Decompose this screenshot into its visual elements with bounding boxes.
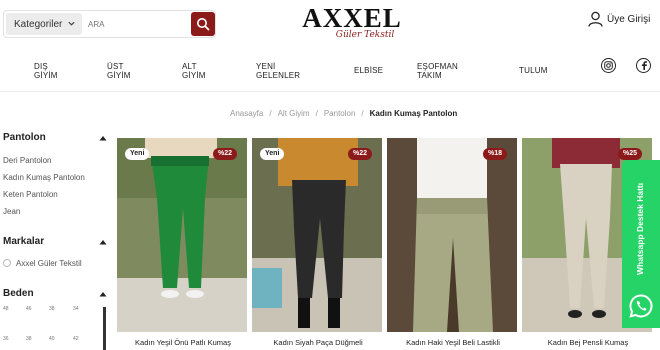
filter-title-beden[interactable]: Beden (3, 288, 34, 299)
nav-item-yeni-gelenler[interactable]: YENİ GELENLER (256, 62, 302, 80)
whatsapp-support-tab[interactable]: Whatsapp Destek Hattı (622, 160, 660, 284)
discount-badge: %25 (617, 148, 642, 160)
breadcrumb-separator: / (269, 109, 272, 118)
chevron-up-icon[interactable] (99, 239, 107, 245)
discount-badge: %18 (482, 148, 507, 160)
product-image[interactable]: Yeni %22 (117, 138, 247, 332)
product-name[interactable]: Kadın Haki Yeşil Beli Lastikli (387, 338, 519, 347)
nav-item-elbise[interactable]: ELBİSE (354, 66, 383, 75)
nav-item-esofman-takim[interactable]: EŞOFMAN TAKIM (417, 62, 461, 80)
chevron-up-icon[interactable] (99, 135, 107, 141)
chevron-down-icon (68, 21, 75, 26)
brand-radio[interactable] (3, 259, 11, 267)
facebook-link[interactable] (636, 58, 651, 73)
product-image[interactable]: Yeni %22 (252, 138, 382, 332)
discount-badge: %22 (212, 148, 237, 160)
facebook-icon (641, 61, 647, 70)
breadcrumb-home[interactable]: Anasayfa (230, 109, 263, 118)
login-link[interactable]: Üye Girişi (588, 10, 650, 28)
filter-link-kadin-kumas-pantolon[interactable]: Kadın Kumaş Pantolon (3, 173, 85, 182)
filter-link-deri-pantolon[interactable]: Deri Pantolon (3, 156, 51, 165)
filter-title-markalar[interactable]: Markalar (3, 236, 44, 247)
filter-link-jean[interactable]: Jean (3, 207, 20, 216)
logo-text: AXXEL (302, 3, 402, 33)
user-icon (588, 11, 603, 27)
size-option[interactable]: 48 (3, 306, 9, 312)
nav-item-tulum[interactable]: TULUM (519, 66, 548, 75)
size-option[interactable]: 38 (26, 336, 32, 342)
breadcrumb-separator: / (361, 109, 364, 118)
whatsapp-icon (629, 294, 653, 318)
filter-title-pantolon[interactable]: Pantolon (3, 132, 46, 143)
size-option[interactable]: 40 (49, 336, 55, 342)
main-nav: DIŞ GİYİM ÜST GİYİM ALT GİYİM YENİ GELEN… (0, 54, 660, 88)
category-dropdown[interactable]: Kategoriler (6, 13, 82, 35)
brand-label: Axxel Güler Tekstil (16, 259, 82, 268)
breadcrumb-alt-giyim[interactable]: Alt Giyim (278, 109, 310, 118)
new-badge: Yeni (125, 148, 150, 160)
size-option[interactable]: 38 (49, 306, 55, 312)
size-option[interactable]: 42 (73, 336, 79, 342)
breadcrumb-separator: / (315, 109, 318, 118)
product-name[interactable]: Kadın Bej Pensli Kumaş (522, 338, 654, 347)
nav-item-ust-giyim[interactable]: ÜST GİYİM (107, 62, 135, 80)
login-label: Üye Girişi (607, 13, 651, 25)
search-icon (197, 18, 210, 31)
instagram-icon (604, 61, 613, 70)
search-input[interactable] (88, 14, 188, 34)
discount-badge: %22 (347, 148, 372, 160)
header-divider (0, 91, 660, 92)
product-name[interactable]: Kadın Yeşil Önü Patlı Kumaş (117, 338, 249, 347)
breadcrumb-current: Kadın Kumaş Pantolon (369, 109, 458, 118)
whatsapp-button[interactable] (622, 284, 660, 328)
search-bar: Kategoriler (3, 10, 216, 38)
nav-item-alt-giyim[interactable]: ALT GİYİM (182, 62, 210, 80)
whatsapp-label: Whatsapp Destek Hattı (635, 182, 645, 275)
size-option[interactable]: 46 (26, 306, 32, 312)
logo[interactable]: AXXEL Güler Tekstil (296, 4, 408, 48)
breadcrumb: Anasayfa / Alt Giyim / Pantolon / Kadın … (230, 109, 457, 118)
product-image[interactable]: %18 (387, 138, 517, 332)
product-name[interactable]: Kadın Siyah Paça Düğmeli (252, 338, 384, 347)
size-option[interactable]: 34 (73, 306, 79, 312)
chevron-up-icon[interactable] (99, 291, 107, 297)
search-button[interactable] (191, 12, 215, 36)
instagram-link[interactable] (601, 58, 616, 73)
new-badge: Yeni (260, 148, 285, 160)
filter-link-keten-pantolon[interactable]: Keten Pantolon (3, 190, 58, 199)
nav-item-dis-giyim[interactable]: DIŞ GİYİM (34, 62, 62, 80)
size-option[interactable]: 36 (3, 336, 9, 342)
category-label: Kategoriler (14, 18, 63, 30)
size-scrollbar[interactable] (103, 307, 106, 350)
breadcrumb-pantolon[interactable]: Pantolon (324, 109, 356, 118)
